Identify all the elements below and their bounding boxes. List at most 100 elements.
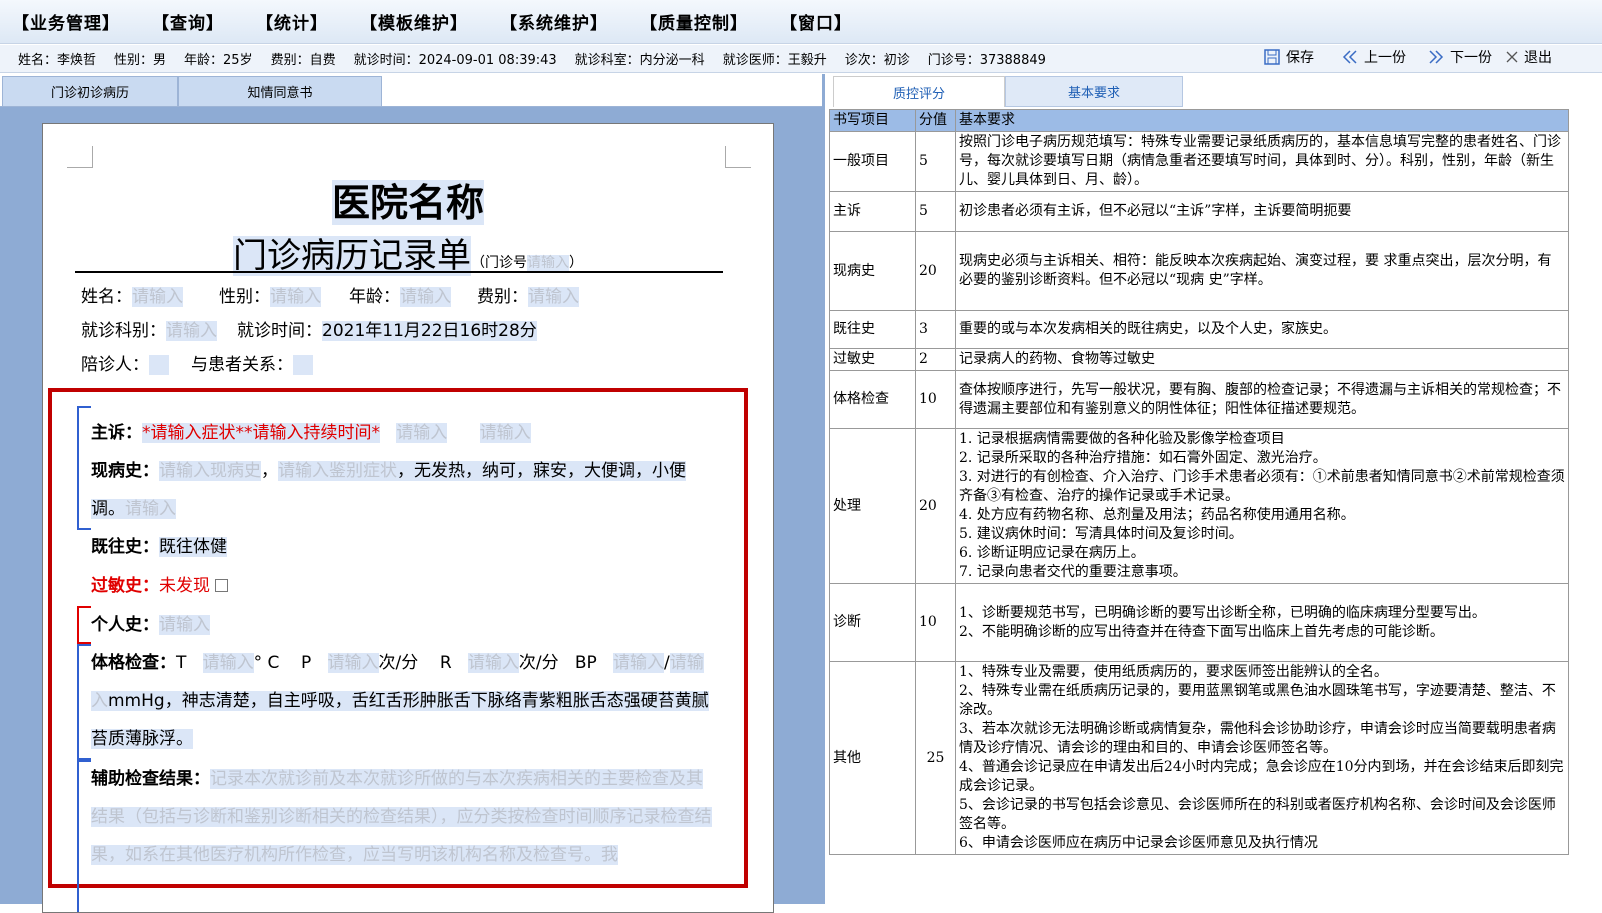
record-document: 医院名称 门诊病历记录单（门诊号请输入） 姓名：请输入 性别：请输入 年龄：请输… [42,123,774,913]
table-row: 既往史 3 重要的或与本次发病相关的既往病史，以及个人史，家族史。 [829,310,1569,349]
menu-system[interactable]: 【系统维护】 [500,9,608,34]
visit-time: 就诊时间：2024-09-01 08:39:43 [353,53,557,68]
relation-input[interactable] [293,355,313,375]
allergy-checkbox[interactable] [215,579,229,592]
row-requirement: 初诊患者必须有主诉，但不必冠以“主诉”字样，主诉要简明扼要 [955,191,1569,232]
record-title: 门诊病历记录单（门诊号请输入） [233,236,583,276]
gender-input[interactable]: 请输入 [270,287,321,307]
menu-template[interactable]: 【模板维护】 [360,9,468,34]
row-requirement: 1、特殊专业及需要，使用纸质病历的，要求医师签出能辨认的全名。 2、特殊专业需在纸… [955,661,1569,855]
row-score: 2 [915,348,956,371]
header-score: 分值 [915,109,956,132]
menu-window[interactable]: 【窗口】 [780,9,852,34]
row-score: 20 [915,428,956,584]
row-score: 5 [915,191,956,232]
section-bracket [77,644,91,760]
row-requirement: 重要的或与本次发病相关的既往病史，以及个人史，家族史。 [955,310,1569,349]
chief-complaint-input[interactable]: *请输入症状**请输入持续时间* [142,423,380,443]
patient-fee: 费别：自费 [270,53,336,68]
row-requirement: 记录病人的药物、食物等过敏史 [955,348,1569,371]
requirements-table: 书写项目 分值 基本要求 一般项目 5 按照门诊电子病历规范填写：特殊专业需要记… [829,109,1569,855]
visit-count: 诊次：初诊 [844,53,910,68]
record-editor-pane: 门诊初诊病历 知情同意书 医院名称 门诊病历记录单（门诊号请输入） 姓名：请输入… [0,74,822,913]
physical-exam-text[interactable]: mmHg，神志清楚，自主呼吸，舌红舌形肿胀舌下脉络青紫粗胀舌态强硬苔黄腻苔质薄脉… [91,691,709,749]
exit-button[interactable]: 退出 [1506,47,1552,67]
tab-qc-score[interactable]: 质控评分 [833,76,1005,107]
prev-button[interactable]: 上一份 [1342,47,1406,67]
table-row: 主诉 5 初诊患者必须有主诉，但不必冠以“主诉”字样，主诉要简明扼要 [829,191,1569,232]
personal-history-input[interactable]: 请输入 [159,615,210,635]
table-row: 处理 20 1. 记录根据病情需要做的各种化验及影像学检查项目 2. 记录所采取的… [829,428,1569,584]
tab-consent-form[interactable]: 知情同意书 [178,76,382,107]
row-requirement: 现病史必须与主诉相关、相符：能反映本次疾病起始、演变过程，要 求重点突出，层次分… [955,231,1569,311]
row-score: 3 [915,310,956,349]
row-item: 诊断 [829,583,916,662]
present-illness-extra-input[interactable]: 请输入 [125,499,176,519]
table-row: 其他 25 1、特殊专业及需要，使用纸质病历的，要求医师签出能辨认的全名。 2、特… [829,661,1569,855]
respiration-input[interactable]: 请输入 [467,653,519,673]
row-score: 5 [915,131,956,192]
name-input[interactable]: 请输入 [132,287,183,307]
save-button[interactable]: 保存 [1264,47,1314,67]
save-icon [1264,49,1280,65]
personal-history: 个人史：请输入 [91,615,210,635]
dept-input[interactable]: 请输入 [166,321,217,341]
fee-input[interactable]: 请输入 [528,287,579,307]
physical-exam: 体格检查：T 请输入° C P 请输入次/分 R 请输入次/分 BP 请输入/请… [91,653,709,749]
menu-quality[interactable]: 【质量控制】 [640,9,748,34]
table-row: 过敏史 2 记录病人的药物、食物等过敏史 [829,348,1569,371]
row-item: 主诉 [829,191,916,232]
row-item: 处理 [829,428,916,584]
double-right-icon [1429,50,1444,64]
dept-field: 就诊科别：请输入 [81,321,217,341]
outpatient-number: 门诊号：37388849 [927,53,1046,68]
name-field: 姓名：请输入 [81,287,183,307]
row-item: 现病史 [829,231,916,311]
prev-label: 上一份 [1364,50,1406,66]
tab-basic-requirements[interactable]: 基本要求 [1005,76,1183,107]
age-field: 年龄：请输入 [349,287,451,307]
exit-label: 退出 [1524,50,1552,66]
row-score: 10 [915,370,956,429]
allergy-value[interactable]: 未发现 [159,576,210,596]
next-button[interactable]: 下一份 [1428,47,1492,67]
pulse-input[interactable]: 请输入 [327,653,379,673]
section-bracket [77,406,91,530]
row-requirement: 1、诊断要规范书写，已明确诊断的要写出诊断全称，已明确的临床病理分型要写出。 2、… [955,583,1569,662]
section-bracket [77,760,91,912]
menu-statistics[interactable]: 【统计】 [256,9,328,34]
auxiliary-exam: 辅助检查结果：记录本次就诊前及本次就诊所做的与本次疾病相关的主要检查及其结果（包… [91,769,712,865]
present-illness: 现病史：请输入现病史，请输入鉴别症状，无发热，纳可，寐安，大便调，小便调。请输入 [91,461,686,519]
row-requirement: 1. 记录根据病情需要做的各种化验及影像学检查项目 2. 记录所采取的各种治疗措施… [955,428,1569,584]
row-item: 过敏史 [829,348,916,371]
temperature-input[interactable]: 请输入 [202,653,254,673]
row-score: 20 [915,231,956,311]
outpatient-number-input[interactable]: 请输入 [527,255,569,271]
chief-complaint: 主诉：*请输入症状**请输入持续时间* 请输入 请输入 [91,423,531,443]
differential-symptom-input[interactable]: 请输入鉴别症状 [278,461,397,481]
visit-time-value[interactable]: 2021年11月22日16时28分 [322,321,537,341]
age-input[interactable]: 请输入 [400,287,451,307]
row-requirement: 查体按顺序进行，先写一般状况，要有胸、腹部的检查记录；不得遗漏与主诉相关的常规检… [955,370,1569,429]
quality-control-pane: 质控评分 基本要求 书写项目 分值 基本要求 一般项目 5 按照门诊电子病历规范… [822,74,1602,904]
tab-initial-record[interactable]: 门诊初诊病历 [2,76,178,107]
table-row: 体格检查 10 查体按顺序进行，先写一般状况，要有胸、腹部的检查记录；不得遗漏与… [829,370,1569,429]
chief-complaint-extra-input[interactable]: 请输入 [479,423,531,443]
patient-age: 年龄：25岁 [184,53,253,68]
gender-field: 性别：请输入 [219,287,321,307]
past-history: 既往史：既往体健 [91,537,227,557]
companion-input[interactable] [149,355,169,375]
bp-systolic-input[interactable]: 请输入 [612,653,664,673]
next-label: 下一份 [1450,50,1492,66]
chief-complaint-extra-input[interactable]: 请输入 [396,423,448,443]
past-history-value[interactable]: 既往体健 [159,537,227,557]
hospital-name: 医院名称 [331,180,484,225]
menu-business[interactable]: 【业务管理】 [12,9,120,34]
present-illness-input[interactable]: 请输入现病史 [159,461,261,481]
fee-field: 费别：请输入 [477,287,579,307]
visit-doctor: 就诊医师：王毅升 [722,53,827,68]
menu-query[interactable]: 【查询】 [152,9,224,34]
record-tabs: 门诊初诊病历 知情同意书 [0,74,822,107]
row-item: 体格检查 [829,370,916,429]
row-score: 25 [915,661,956,855]
